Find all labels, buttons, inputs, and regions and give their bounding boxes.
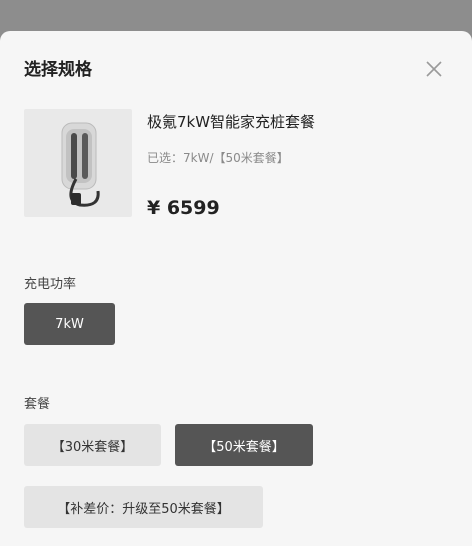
package-option-50m[interactable]: 【50米套餐】 [175,424,313,466]
close-icon[interactable] [424,59,444,79]
sheet-title: 选择规格 [24,60,92,80]
package-section-label: 套餐 [24,397,51,412]
price: ¥ 6599 [147,197,220,219]
power-section-label: 充电功率 [24,277,77,292]
package-option-upgrade[interactable]: 【补差价：升级至50米套餐】 [24,486,263,528]
product-name: 极氪7kW智能家充桩套餐 [147,113,316,131]
power-option-7kw[interactable]: 7kW [24,303,115,345]
selected-spec-text: 已选：7kW/【50米套餐】 [147,151,289,165]
spec-selector-sheet: 选择规格 极氪7kW智能家充桩套餐 已选：7kW/【50米套餐】 ¥ 6599 … [0,31,472,546]
package-option-30m[interactable]: 【30米套餐】 [24,424,161,466]
product-image [24,109,132,217]
ev-charger-image [61,122,100,207]
